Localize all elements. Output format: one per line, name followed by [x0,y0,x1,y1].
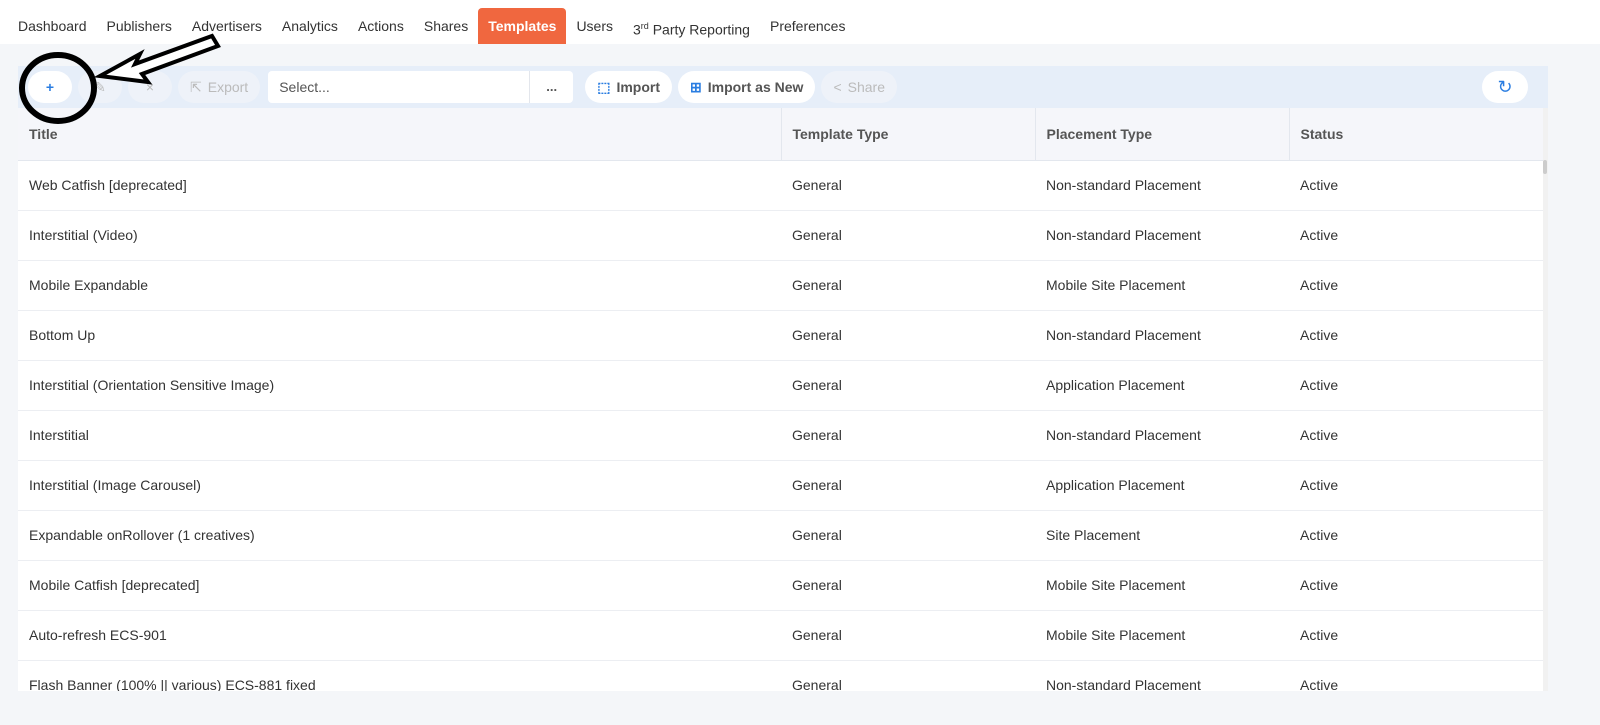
cell-title: Flash Banner (100% || various) ECS-881 f… [18,660,781,691]
cell-placement-type: Non-standard Placement [1035,410,1289,461]
cell-template-type: General [781,310,1035,361]
export-button[interactable]: ⇱ Export [178,71,261,103]
import-as-new-label: Import as New [707,79,804,95]
cell-template-type: General [781,660,1035,691]
cell-template-type: General [781,510,1035,561]
table-row[interactable]: Interstitial (Orientation Sensitive Imag… [18,360,1543,411]
tab-3rd-party-reporting[interactable]: 3rd Party Reporting [623,8,760,44]
cell-template-type: General [781,560,1035,611]
tab-analytics[interactable]: Analytics [272,8,348,44]
column-header-placement-type[interactable]: Placement Type [1035,108,1290,161]
cell-status: Active [1289,310,1543,361]
import-icon: ⬚ [597,78,611,95]
import-as-new-button[interactable]: ⊞ Import as New [678,71,816,103]
cell-placement-type: Mobile Site Placement [1035,260,1289,311]
cell-status: Active [1289,260,1543,311]
table-header-row: Title Template Type Placement Type Statu… [18,108,1544,161]
cell-status: Active [1289,510,1543,561]
table-row[interactable]: Expandable onRollover (1 creatives) Gener… [18,510,1543,561]
cell-status: Active [1289,610,1543,661]
cell-placement-type: Mobile Site Placement [1035,560,1289,611]
export-icon: ⇱ [190,78,202,95]
refresh-button[interactable]: ↻ [1482,71,1528,103]
delete-button[interactable]: × [128,71,172,103]
cell-title: Mobile Catfish [deprecated] [18,560,781,611]
cell-status: Active [1289,460,1543,511]
table-row[interactable]: Mobile Catfish [deprecated] General Mobile… [18,560,1543,611]
share-button[interactable]: < Share [821,71,897,103]
column-header-title[interactable]: Title [18,108,782,161]
table-row[interactable]: Mobile Expandable General Mobile Site Plac… [18,260,1543,311]
cell-template-type: General [781,160,1035,211]
cell-title: Expandable onRollover (1 creatives) [18,510,781,561]
share-icon: < [833,79,842,95]
cell-template-type: General [781,460,1035,511]
import-label: Import [616,79,660,95]
cell-status: Active [1289,360,1543,411]
cell-placement-type: Application Placement [1035,360,1289,411]
cell-placement-type: Non-standard Placement [1035,660,1289,691]
add-button[interactable]: + [28,71,72,103]
cell-title: Bottom Up [18,310,781,361]
scrollbar[interactable] [1543,108,1548,691]
select-placeholder: Select... [279,79,330,95]
cell-placement-type: Site Placement [1035,510,1289,561]
tab-label: 3 [633,21,641,38]
cell-template-type: General [781,360,1035,411]
table-row[interactable]: Web Catfish [deprecated] General Non-stand… [18,160,1543,211]
edit-button[interactable]: ✎ [78,71,122,103]
tab-shares[interactable]: Shares [414,8,478,44]
table-row[interactable]: Interstitial (Image Carousel) General Appl… [18,460,1543,511]
cell-template-type: General [781,410,1035,461]
tab-templates[interactable]: Templates [478,8,567,44]
share-label: Share [847,79,885,95]
cell-title: Web Catfish [deprecated] [18,160,781,211]
table-row[interactable]: Interstitial General Non-standard Placemen… [18,410,1543,461]
tab-publishers[interactable]: Publishers [97,8,182,44]
export-label: Export [207,79,249,95]
select-dropdown[interactable]: Select...... [268,71,574,103]
tab-users[interactable]: Users [566,8,623,44]
cell-title: Interstitial [18,410,781,461]
cell-status: Active [1289,660,1543,691]
tab-actions[interactable]: Actions [348,8,414,44]
import-new-icon: ⊞ [690,78,702,95]
cell-status: Active [1289,160,1543,211]
cell-template-type: General [781,210,1035,261]
cell-placement-type: Non-standard Placement [1035,310,1289,361]
templates-table: Title Template Type Placement Type Statu… [18,108,1544,691]
cell-title: Interstitial (Image Carousel) [18,460,781,511]
cell-title: Mobile Expandable [18,260,781,311]
column-header-status[interactable]: Status [1289,108,1544,161]
scrollbar-thumb[interactable] [1543,160,1547,174]
table-row[interactable]: Auto-refresh ECS-901 General Mobile Site P… [18,610,1543,661]
tab-advertisers[interactable]: Advertisers [182,8,272,44]
cell-template-type: General [781,260,1035,311]
cell-placement-type: Non-standard Placement [1035,210,1289,261]
tab-dashboard[interactable]: Dashboard [8,8,97,44]
cell-status: Active [1289,560,1543,611]
cell-status: Active [1289,210,1543,261]
select-more-button[interactable]: ... [529,71,573,103]
cell-title: Interstitial (Video) [18,210,781,261]
tab-label-sup: rd [640,21,649,31]
cell-status: Active [1289,410,1543,461]
tab-preferences[interactable]: Preferences [760,8,855,44]
templates-panel: + ✎ × ⇱ Export Select...... ⬚ Import ⊞ Impo… [18,66,1548,691]
cell-template-type: General [781,610,1035,661]
cell-title: Interstitial (Orientation Sensitive Imag… [18,360,781,411]
table-row[interactable]: Flash Banner (100% || various) ECS-881 f… [18,660,1543,691]
table-row[interactable]: Bottom Up General Non-standard Placement Ac… [18,310,1543,361]
top-nav: Dashboard Publishers Advertisers Analyti… [0,0,1600,44]
tab-label-rest: Party Reporting [648,21,750,38]
column-header-template-type[interactable]: Template Type [781,108,1036,161]
import-button[interactable]: ⬚ Import [585,71,672,103]
cell-placement-type: Mobile Site Placement [1035,610,1289,661]
refresh-icon: ↻ [1497,77,1513,97]
cell-title: Auto-refresh ECS-901 [18,610,781,661]
cell-placement-type: Application Placement [1035,460,1289,511]
cell-placement-type: Non-standard Placement [1035,160,1289,211]
toolbar: + ✎ × ⇱ Export Select...... ⬚ Import ⊞ Impo… [18,66,1548,108]
table-row[interactable]: Interstitial (Video) General Non-standard … [18,210,1543,261]
